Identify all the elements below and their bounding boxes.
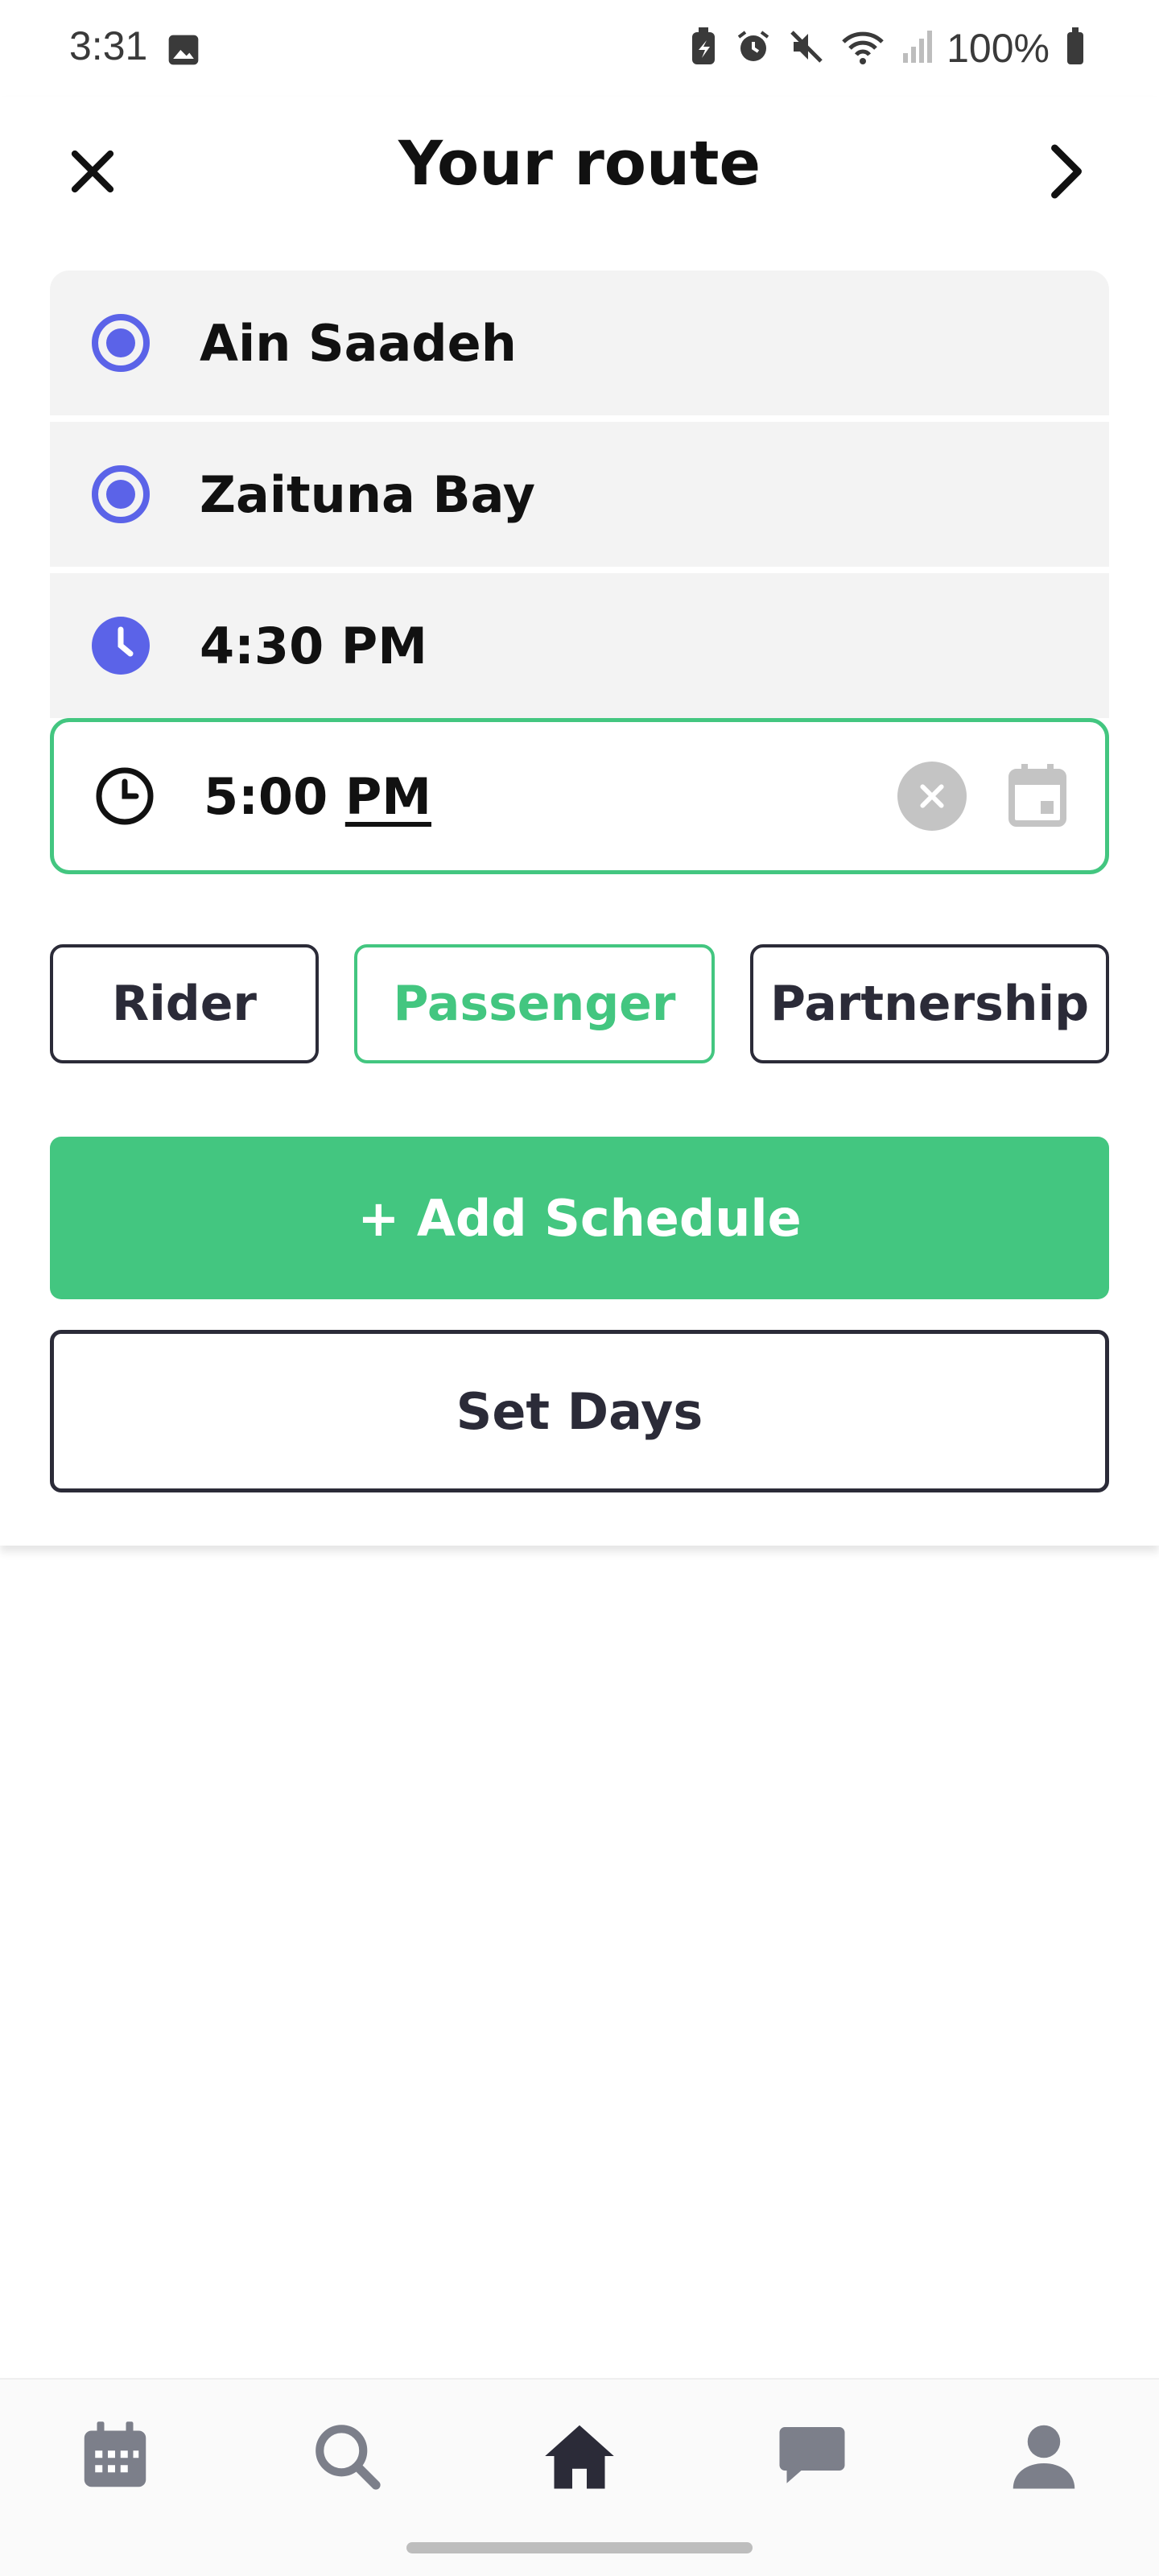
role-partnership-button[interactable]: Partnership: [750, 944, 1109, 1063]
nav-home[interactable]: [535, 2412, 624, 2500]
battery-saver-icon: [687, 27, 720, 69]
nav-calendar[interactable]: [71, 2412, 159, 2500]
search-icon: [316, 2425, 381, 2490]
departure-time-text: 4:30 PM: [200, 616, 427, 675]
destination-text: Zaituna Bay: [200, 464, 535, 524]
mute-icon: [787, 27, 826, 69]
origin-text: Ain Saadeh: [200, 313, 517, 373]
radio-icon: [89, 462, 153, 526]
return-time-field[interactable]: 5:00 PM: [50, 718, 1109, 874]
clock-icon: [93, 764, 157, 828]
calendar-icon: [84, 2421, 146, 2487]
set-days-button[interactable]: Set Days: [50, 1330, 1109, 1492]
clock-filled-icon: [89, 613, 153, 678]
home-icon: [545, 2425, 614, 2489]
return-time-text: 5:00 PM: [204, 767, 431, 826]
battery-percent: 100%: [947, 26, 1050, 71]
route-card: Your route Ain Saadeh Zaituna Bay 4:30 P…: [0, 97, 1159, 1546]
image-icon: [166, 32, 201, 71]
next-button[interactable]: [1030, 135, 1103, 208]
departure-time-field[interactable]: 4:30 PM: [50, 573, 1109, 718]
page-title: Your route: [398, 127, 761, 199]
role-passenger-button[interactable]: Passenger: [354, 944, 715, 1063]
battery-icon: [1064, 27, 1087, 69]
clear-button[interactable]: [897, 762, 967, 831]
role-rider-button[interactable]: Rider: [50, 944, 319, 1063]
close-icon: [920, 784, 944, 808]
return-time-suffix: PM: [344, 766, 431, 826]
signal-icon: [900, 27, 933, 69]
home-indicator: [406, 2542, 753, 2553]
profile-icon: [1013, 2425, 1075, 2489]
chevron-right-icon: [1051, 144, 1082, 199]
wifi-icon: [840, 27, 885, 69]
status-icons: 100%: [687, 24, 1087, 72]
calendar-picker-button[interactable]: [1007, 762, 1068, 830]
nav-profile[interactable]: [1000, 2412, 1088, 2500]
radio-icon: [89, 311, 153, 375]
origin-field[interactable]: Ain Saadeh: [50, 270, 1109, 415]
status-time: 3:31: [69, 23, 148, 68]
alarm-icon: [734, 27, 773, 69]
status-bar: 3:31 100%: [0, 0, 1159, 97]
nav-search[interactable]: [303, 2412, 391, 2500]
add-schedule-button[interactable]: + Add Schedule: [50, 1137, 1109, 1299]
nav-messages[interactable]: [768, 2412, 856, 2500]
destination-field[interactable]: Zaituna Bay: [50, 422, 1109, 567]
return-time-actions: [897, 722, 1068, 870]
chat-icon: [779, 2427, 845, 2483]
return-time-hour: 5:00: [204, 766, 328, 826]
calendar-icon: [1008, 764, 1066, 827]
